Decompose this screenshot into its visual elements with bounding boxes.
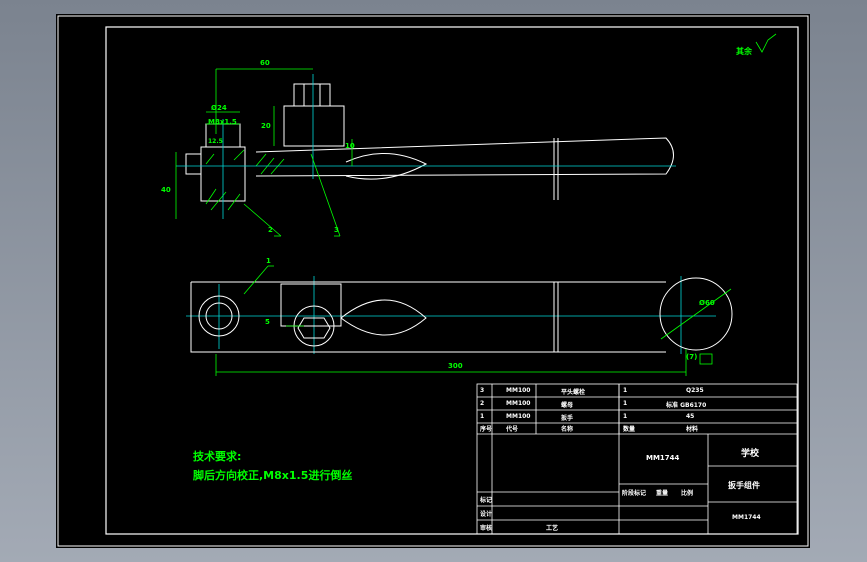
part-2-code: MM100 [506,400,531,407]
header-code: 代号 [506,426,519,433]
side-view [185,83,674,202]
notes-heading: 技术要求: [193,450,242,463]
plan-view [190,277,733,353]
part-2-name: 螺母 [561,402,574,409]
cad-drawing [57,15,809,547]
bolt-head [293,83,331,107]
handle-outline [255,137,674,177]
part-3-qty: 1 [623,387,628,394]
dim-height-block: 20 [261,122,271,130]
plan-taper [340,299,427,336]
dim-overall-length: 300 [448,362,463,370]
center-lines [176,74,716,354]
part-1-material: 45 [686,413,695,420]
dim-dia-24: Ø24 [211,104,227,112]
part-1-qty: 1 [623,413,628,420]
header-no: 序号 [480,426,493,433]
roughness-symbol [755,33,777,53]
weight-label: 重量 [656,490,669,497]
viewport-background: 60 Ø24 M8x1.5 40 20 10 5 300 Ø60 (7) 12.… [0,0,867,562]
row-label-design: 设计 [480,511,493,518]
clamp-block [283,105,345,147]
part-2-no: 2 [480,400,485,407]
part-3-material: Q235 [686,387,704,394]
callout-1: 1 [266,257,271,265]
part-3-no: 3 [480,387,485,394]
header-material: 材料 [686,426,699,433]
roughness-label: 其余 [736,47,752,56]
school-name: 学校 [741,449,760,459]
dim-height-left: 40 [161,186,171,194]
drawing-sheet: 60 Ø24 M8x1.5 40 20 10 5 300 Ø60 (7) 12.… [56,14,810,548]
nut-flange [185,153,202,175]
dim-length-top: 60 [260,59,270,67]
header-name: 名称 [561,426,574,433]
drawing-title: 扳手组件 [728,481,760,490]
dim-circle-dia: Ø60 [699,299,715,307]
callout-3: 3 [334,226,339,234]
dim-small-10: 10 [345,142,355,150]
dim-note-7: (7) [686,353,698,361]
header-qty: 数量 [623,426,636,433]
scale-label: 比例 [681,490,694,497]
part-3-name: 平头螺栓 [561,389,586,396]
part-1-name: 扳手 [561,415,574,422]
drawing-code-bottom: MM1744 [732,514,761,521]
dim-bottom-offset: 5 [265,318,270,326]
drawing-number: MM1744 [646,454,680,462]
row-label-process: 工艺 [546,525,559,532]
dim-thread: M8x1.5 [208,118,237,126]
part-1-no: 1 [480,413,485,420]
outer-frame [57,15,809,547]
row-label-mark: 标记 [480,497,493,504]
part-3-code: MM100 [506,387,531,394]
notes-line: 脚后方向校正,M8x1.5进行倒丝 [193,469,353,482]
stage-label: 阶段标记 [622,490,647,497]
part-2-qty: 1 [623,400,628,407]
part-1-code: MM100 [506,413,531,420]
plan-outline [190,281,666,353]
part-2-material: 标准 GB6170 [666,402,707,409]
row-label-review: 审核 [480,525,493,532]
callout-2: 2 [268,226,273,234]
roughness-value: 12.5 [208,138,223,145]
